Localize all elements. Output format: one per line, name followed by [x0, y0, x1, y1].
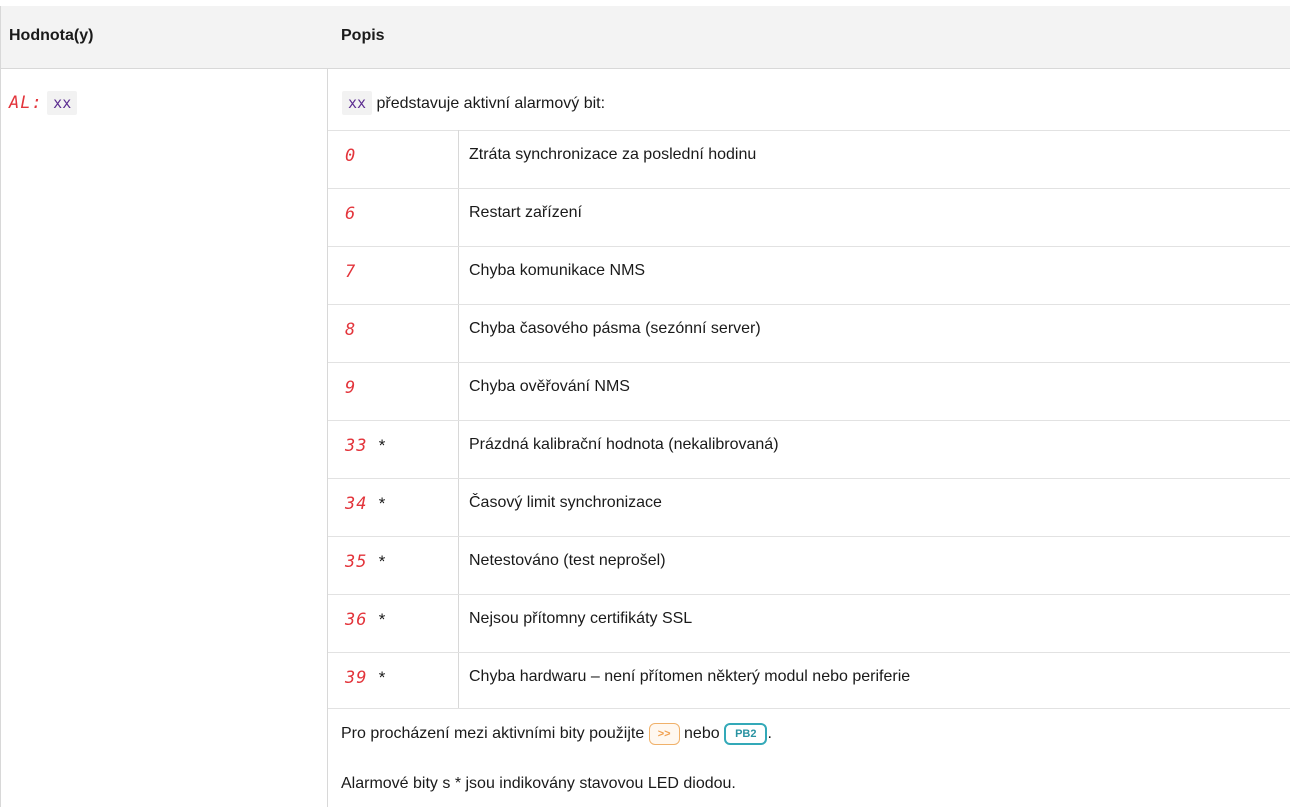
intro-row: xx představuje aktivní alarmový bit:	[342, 91, 605, 115]
table-left-border	[0, 6, 1, 807]
row-divider	[328, 478, 1290, 479]
row-divider	[328, 652, 1290, 653]
alarm-code: 33 *	[345, 436, 387, 456]
nested-column-divider	[458, 130, 459, 708]
segment-display-al: AL:	[9, 93, 43, 113]
alarm-description: Chyba hardwaru – není přítomen některý m…	[469, 668, 911, 685]
header-description: Popis	[341, 27, 385, 44]
alarm-description: Prázdná kalibrační hodnota (nekalibrovan…	[469, 436, 779, 453]
row-divider	[328, 130, 1290, 131]
alarm-description: Chyba komunikace NMS	[469, 262, 646, 279]
row-divider	[328, 420, 1290, 421]
alarm-code: 39 *	[345, 668, 387, 688]
alarm-code: 36 *	[345, 610, 387, 630]
alarm-code: 35 *	[345, 552, 387, 572]
alarm-description: Chyba časového pásma (sezónní server)	[469, 320, 761, 337]
hint-text: Pro procházení mezi aktivními bity použi…	[341, 725, 645, 742]
alarm-code: 6	[345, 204, 357, 224]
row-divider	[328, 536, 1290, 537]
alarm-description: Chyba ověřování NMS	[469, 378, 630, 395]
row-divider	[328, 362, 1290, 363]
intro-text: představuje aktivní alarmový bit:	[376, 95, 606, 112]
next-button-icon: >>	[648, 722, 680, 745]
row-divider	[328, 594, 1290, 595]
alarm-code: 0	[345, 146, 357, 166]
alarm-description: Časový limit synchronizace	[469, 494, 662, 511]
alarm-code: 9	[345, 378, 357, 398]
row-divider	[328, 188, 1290, 189]
led-note: Alarmové bity s * jsou indikovány stavov…	[341, 775, 736, 792]
row-divider	[328, 246, 1290, 247]
intro-code: xx	[342, 91, 373, 115]
header-value: Hodnota(y)	[9, 27, 94, 44]
alarm-table: Hodnota(y) Popis AL: xx xx představuje a…	[0, 0, 1290, 807]
alarm-description: Ztráta synchronizace za poslední hodinu	[469, 146, 757, 163]
row-divider	[328, 304, 1290, 305]
alarm-code: 8	[345, 320, 357, 340]
navigation-hint: Pro procházení mezi aktivními bity použi…	[341, 722, 772, 746]
alarm-description: Netestováno (test neprošel)	[469, 552, 666, 569]
hint-text-end: .	[767, 725, 772, 742]
table-header: Hodnota(y) Popis	[0, 6, 1290, 69]
value-cell: AL: xx	[9, 91, 78, 115]
alarm-code: 34 *	[345, 494, 387, 514]
alarm-description: Nejsou přítomny certifikáty SSL	[469, 610, 693, 627]
alarm-code: 7	[345, 262, 357, 282]
table-column-divider	[327, 68, 328, 807]
row-divider	[328, 708, 1290, 709]
pb2-button-icon: PB2	[724, 722, 768, 745]
hint-text-or: nebo	[684, 725, 720, 742]
value-code: xx	[47, 91, 78, 115]
alarm-description: Restart zařízení	[469, 204, 582, 221]
